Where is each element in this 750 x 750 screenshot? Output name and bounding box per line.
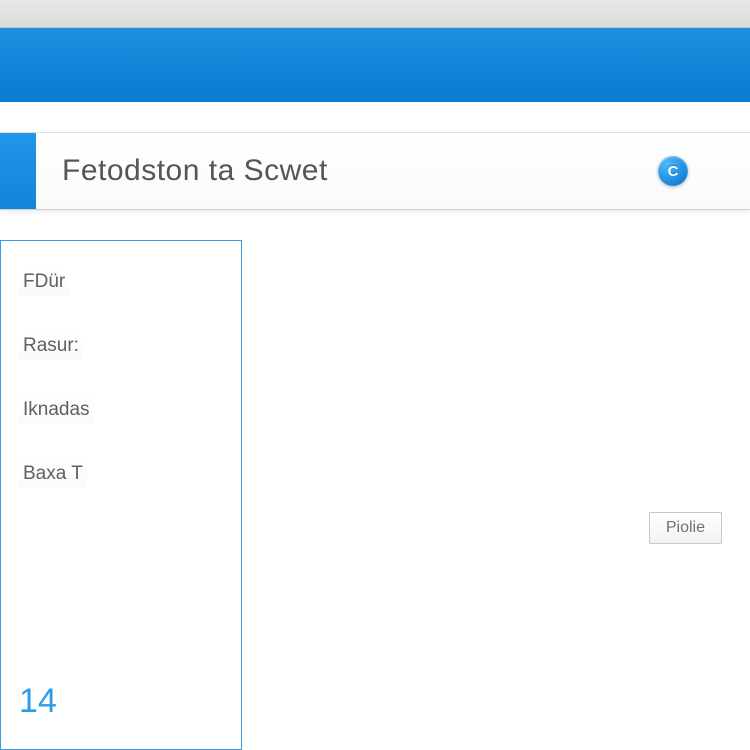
sidebar-item-0[interactable]: FDür bbox=[19, 269, 69, 295]
sidebar-item-3[interactable]: Baxa T bbox=[19, 461, 87, 487]
main-area: Piolie bbox=[242, 240, 750, 750]
sidebar-item-2[interactable]: Iknadas bbox=[19, 397, 94, 423]
window-chrome-bar bbox=[0, 0, 750, 28]
page-title: Fetodston ta Scwet bbox=[62, 154, 328, 188]
side-panel: FDür Rasur: Iknadas Baxa T 14 bbox=[0, 240, 242, 750]
spacer bbox=[0, 102, 750, 132]
ribbon-bar bbox=[0, 28, 750, 102]
info-icon-glyph: C bbox=[668, 163, 679, 180]
content-area: FDür Rasur: Iknadas Baxa T 14 Piolie bbox=[0, 210, 750, 750]
title-accent-tab bbox=[0, 133, 36, 209]
info-icon[interactable]: C bbox=[658, 156, 688, 186]
sidebar-number: 14 bbox=[19, 682, 223, 721]
action-button[interactable]: Piolie bbox=[649, 512, 722, 544]
title-bar: Fetodston ta Scwet C bbox=[0, 132, 750, 210]
sidebar-item-1[interactable]: Rasur: bbox=[19, 333, 83, 359]
